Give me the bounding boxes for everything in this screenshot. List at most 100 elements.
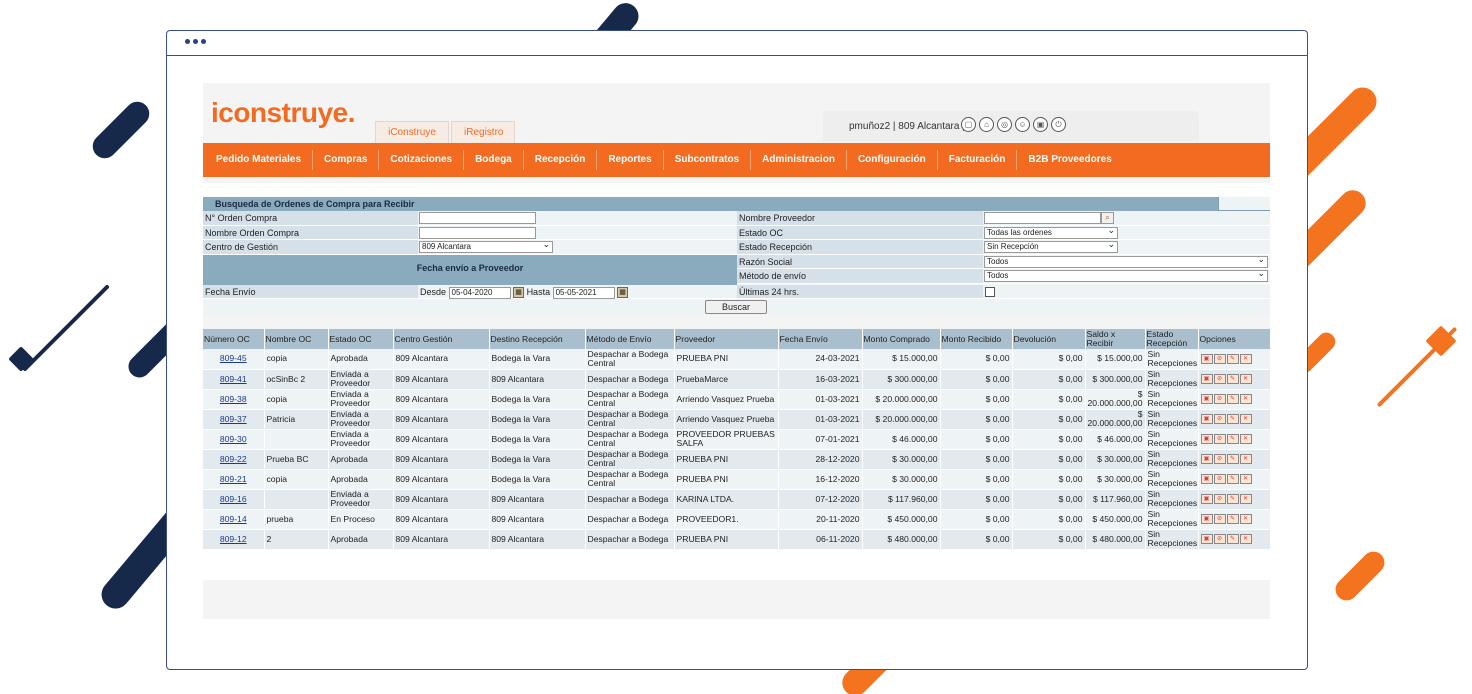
calendar-icon[interactable]: ▦ xyxy=(513,286,525,298)
reject-icon[interactable]: ✕ xyxy=(1239,474,1252,484)
edit-icon[interactable]: ✎ xyxy=(1226,394,1239,404)
table-cell[interactable]: 809-45 xyxy=(203,349,265,370)
nav-cotizaciones[interactable]: Cotizaciones xyxy=(379,150,465,170)
nav-compras[interactable]: Compras xyxy=(313,150,380,170)
table-row[interactable]: 809-30 Enviada a Proveedor 809 Alcantara Bo… xyxy=(203,429,1271,450)
view-icon[interactable]: ▣ xyxy=(1200,514,1213,524)
nav-recepcion[interactable]: Recepción xyxy=(524,150,598,170)
table-row[interactable]: 809-22 Prueba BC Aprobada 809 Alcantara Bode… xyxy=(203,449,1271,470)
table-cell[interactable]: 809-12 xyxy=(203,529,265,550)
cancel-icon[interactable]: ⊘ xyxy=(1213,534,1226,544)
nav-reportes[interactable]: Reportes xyxy=(597,150,664,170)
metodo-envio-select[interactable]: Todos xyxy=(984,268,1268,282)
nav-subcontratos[interactable]: Subcontratos xyxy=(664,150,752,170)
nombre-proveedor-input[interactable] xyxy=(984,212,1101,224)
search-icon[interactable]: ⌕ xyxy=(1101,212,1114,224)
col-numero-oc[interactable]: Número OC xyxy=(203,329,265,349)
table-row[interactable]: 809-41 ocSinBc 2 Enviada a Proveedor 809 Al… xyxy=(203,369,1271,390)
table-row[interactable]: 809-45 copia Aprobada 809 Alcantara Bodega l… xyxy=(203,349,1271,370)
estado-recepcion-select[interactable]: Sin Recepción xyxy=(984,239,1118,253)
home-icon[interactable]: ⌂ xyxy=(979,117,994,132)
table-row[interactable]: 809-12 2 Aprobada 809 Alcantara 809 Alcantar… xyxy=(203,529,1271,550)
reject-icon[interactable]: ✕ xyxy=(1239,353,1252,364)
view-icon[interactable]: ▣ xyxy=(1200,414,1213,424)
nav-b2b-proveedores[interactable]: B2B Proveedores xyxy=(1017,150,1122,170)
cancel-icon[interactable]: ⊘ xyxy=(1213,394,1226,404)
edit-icon[interactable]: ✎ xyxy=(1226,454,1239,464)
table-cell[interactable]: 809-37 xyxy=(203,409,265,430)
table-cell[interactable]: 809-21 xyxy=(203,469,265,490)
tab-iconstruye[interactable]: iConstruye xyxy=(375,121,449,143)
edit-icon[interactable]: ✎ xyxy=(1226,534,1239,544)
edit-icon[interactable]: ✎ xyxy=(1226,494,1239,504)
nav-bodega[interactable]: Bodega xyxy=(464,150,524,170)
hasta-input[interactable]: 05-05-2021 xyxy=(552,286,615,299)
col-estado-oc[interactable]: Estado OC xyxy=(328,329,394,349)
cancel-icon[interactable]: ⊘ xyxy=(1213,474,1226,484)
col-saldo[interactable]: Saldo x Recibir xyxy=(1085,329,1146,349)
cancel-icon[interactable]: ⊘ xyxy=(1213,514,1226,524)
edit-icon[interactable]: ✎ xyxy=(1226,374,1239,384)
view-icon[interactable]: ▣ xyxy=(1200,374,1213,384)
table-cell[interactable]: 809-30 xyxy=(203,429,265,450)
user-icon[interactable]: ☺ xyxy=(1015,117,1030,132)
cancel-icon[interactable]: ⊘ xyxy=(1213,353,1226,364)
view-icon[interactable]: ▣ xyxy=(1200,534,1213,544)
cancel-icon[interactable]: ⊘ xyxy=(1213,454,1226,464)
table-cell[interactable]: 809-22 xyxy=(203,449,265,470)
razon-social-select[interactable]: Todos xyxy=(984,254,1268,268)
col-proveedor[interactable]: Proveedor xyxy=(674,329,779,349)
view-icon[interactable]: ▣ xyxy=(1200,474,1213,484)
col-monto-comprado[interactable]: Monto Comprado xyxy=(862,329,941,349)
table-row[interactable]: 809-21 copia Aprobada 809 Alcantara Bodega l… xyxy=(203,469,1271,490)
col-destino-recepcion[interactable]: Destino Recepción xyxy=(489,329,586,349)
view-icon[interactable]: ▣ xyxy=(1200,434,1213,444)
nav-configuracion[interactable]: Configuración xyxy=(847,150,938,170)
table-row[interactable]: 809-16 Enviada a Proveedor 809 Alcantara 80… xyxy=(203,489,1271,510)
table-row[interactable]: 809-38 copia Enviada a Proveedor 809 Alcant… xyxy=(203,389,1271,410)
desde-input[interactable]: 05-04-2020 xyxy=(448,286,511,299)
reject-icon[interactable]: ✕ xyxy=(1239,374,1252,384)
nav-facturacion[interactable]: Facturación xyxy=(938,150,1018,170)
reject-icon[interactable]: ✕ xyxy=(1239,434,1252,444)
col-monto-recibido[interactable]: Monto Recibido xyxy=(940,329,1013,349)
document-icon[interactable]: ▢ xyxy=(961,117,976,132)
reject-icon[interactable]: ✕ xyxy=(1239,494,1252,504)
reject-icon[interactable]: ✕ xyxy=(1239,514,1252,524)
cancel-icon[interactable]: ⊘ xyxy=(1213,414,1226,424)
buscar-button[interactable]: Buscar xyxy=(705,300,767,314)
calendar-icon[interactable]: ▦ xyxy=(617,286,629,298)
nav-administracion[interactable]: Administracion xyxy=(751,150,847,170)
view-icon[interactable]: ▣ xyxy=(1200,394,1213,404)
table-row[interactable]: 809-37 Patricia Enviada a Proveedor 809 Alc… xyxy=(203,409,1271,430)
reject-icon[interactable]: ✕ xyxy=(1239,454,1252,464)
power-icon[interactable]: ⏻ xyxy=(1051,117,1066,132)
table-cell[interactable]: 809-14 xyxy=(203,509,265,530)
centro-select[interactable]: 809 Alcantara xyxy=(419,239,553,253)
col-fecha-envio[interactable]: Fecha Envío xyxy=(778,329,863,349)
edit-icon[interactable]: ✎ xyxy=(1226,474,1239,484)
view-icon[interactable]: ▣ xyxy=(1200,494,1213,504)
view-icon[interactable]: ▣ xyxy=(1200,353,1213,364)
col-devolucion[interactable]: Devolución xyxy=(1012,329,1086,349)
cancel-icon[interactable]: ⊘ xyxy=(1213,374,1226,384)
lock-icon[interactable]: ▣ xyxy=(1033,117,1048,132)
edit-icon[interactable]: ✎ xyxy=(1226,414,1239,424)
edit-icon[interactable]: ✎ xyxy=(1226,514,1239,524)
table-cell[interactable]: 809-38 xyxy=(203,389,265,410)
col-nombre-oc[interactable]: Nombre OC xyxy=(264,329,329,349)
table-cell[interactable]: 809-16 xyxy=(203,489,265,510)
estado-oc-select[interactable]: Todas las ordenes xyxy=(984,225,1118,239)
globe-icon[interactable]: ◎ xyxy=(997,117,1012,132)
view-icon[interactable]: ▣ xyxy=(1200,454,1213,464)
reject-icon[interactable]: ✕ xyxy=(1239,394,1252,404)
table-cell[interactable]: 809-41 xyxy=(203,369,265,390)
edit-icon[interactable]: ✎ xyxy=(1226,353,1239,364)
cancel-icon[interactable]: ⊘ xyxy=(1213,494,1226,504)
nombre-oc-input[interactable] xyxy=(419,226,536,239)
col-metodo-envio[interactable]: Método de Envío xyxy=(585,329,675,349)
iconstruye-logo[interactable]: iconstruye. xyxy=(211,97,355,129)
table-row[interactable]: 809-14 prueba En Proceso 809 Alcantara 809 A… xyxy=(203,509,1271,530)
numero-oc-input[interactable] xyxy=(419,212,536,224)
reject-icon[interactable]: ✕ xyxy=(1239,414,1252,424)
